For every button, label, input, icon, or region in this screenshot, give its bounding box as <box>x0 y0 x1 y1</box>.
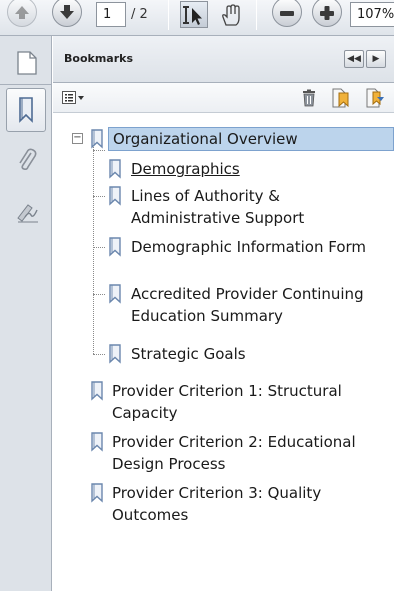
bookmark-icon <box>108 237 122 257</box>
tree-connector <box>93 150 105 151</box>
navigation-rail <box>0 36 52 591</box>
bookmark-item[interactable]: Provider Criterion 2: Educational Design… <box>112 431 356 475</box>
panel-header: Bookmarks ◀◀ ▶ <box>53 36 394 83</box>
panel-title: Bookmarks <box>64 52 133 65</box>
options-menu-button[interactable] <box>62 90 86 104</box>
zoom-in-button[interactable] <box>312 0 342 27</box>
page-number-input[interactable]: 1 <box>96 2 126 27</box>
bookmark-label-line: Design Process <box>112 455 226 473</box>
bookmark-label-line: Accredited Provider Continuing <box>131 285 364 303</box>
arrow-up-icon <box>15 6 29 19</box>
bookmark-icon <box>90 381 104 401</box>
bookmark-item[interactable]: Provider Criterion 1: Structural Capacit… <box>112 380 342 424</box>
expand-bookmark-icon <box>366 88 384 108</box>
bookmark-label-line: Provider Criterion 3: Quality <box>112 484 322 502</box>
bookmark-icon <box>108 186 122 206</box>
signatures-panel-button[interactable] <box>9 196 43 230</box>
bookmark-label-line: Provider Criterion 2: Educational <box>112 433 356 451</box>
new-bookmark-icon <box>332 88 349 108</box>
toolbar-divider <box>256 0 257 30</box>
plus-icon <box>320 6 334 20</box>
signature-icon <box>17 204 38 223</box>
bookmark-label-line: Capacity <box>112 404 178 422</box>
tree-connector <box>93 247 105 248</box>
attachments-panel-button[interactable] <box>9 142 43 176</box>
minus-icon <box>280 11 294 16</box>
zoom-level-input[interactable]: 107% <box>350 2 394 27</box>
bookmark-item[interactable]: Accredited Provider Continuing Education… <box>131 283 364 327</box>
bookmark-icon <box>108 159 122 179</box>
expand-current-bookmark-button[interactable] <box>365 88 385 108</box>
bookmark-item[interactable]: Provider Criterion 3: Quality Outcomes <box>112 482 321 526</box>
hand-icon <box>222 4 240 26</box>
bookmark-icon <box>90 129 104 149</box>
bookmark-label-line: Lines of Authority & <box>131 187 280 205</box>
bookmark-label-line: Administrative Support <box>131 209 305 227</box>
bookmark-item[interactable]: Strategic Goals <box>131 343 246 365</box>
tree-connector <box>93 196 105 197</box>
select-cursor-icon <box>183 6 202 25</box>
delete-bookmark-button[interactable] <box>300 89 318 107</box>
tree-connector <box>93 294 105 295</box>
bookmark-icon <box>19 97 33 123</box>
options-icon <box>62 91 84 104</box>
trash-icon <box>303 89 315 107</box>
select-tool-button[interactable] <box>180 1 208 28</box>
bookmark-label-line: Education Summary <box>131 307 283 325</box>
bookmark-item[interactable]: Demographic Information Form <box>131 236 366 258</box>
pages-panel-button[interactable] <box>9 46 43 80</box>
bookmark-item[interactable]: Lines of Authority & Administrative Supp… <box>131 185 304 229</box>
toolbar-divider <box>168 0 169 30</box>
bookmark-toolbar <box>53 83 394 113</box>
bookmark-label-line: Provider Criterion 1: Structural <box>112 382 342 400</box>
bookmark-icon <box>90 432 104 452</box>
bookmarks-panel-button[interactable] <box>6 88 46 132</box>
pages-icon <box>17 51 37 75</box>
bookmark-item[interactable]: Demographics <box>131 158 240 180</box>
bookmark-icon <box>90 483 104 503</box>
zoom-out-button[interactable] <box>272 0 302 27</box>
next-page-button[interactable] <box>52 0 82 27</box>
arrow-down-icon <box>60 5 74 19</box>
tree-connector <box>93 354 105 355</box>
toolbar: 1 / 2 107% <box>0 0 394 36</box>
hand-tool-button[interactable] <box>216 1 244 28</box>
tree-connector <box>93 144 94 354</box>
new-bookmark-button[interactable] <box>331 88 351 108</box>
bookmark-tree: − Organizational Overview Demographics L… <box>53 114 394 591</box>
bookmark-item-selected[interactable]: Organizational Overview <box>108 127 394 151</box>
bookmark-label-line: Outcomes <box>112 506 189 524</box>
paperclip-icon <box>19 148 37 171</box>
bookmark-label: Organizational Overview <box>113 130 298 148</box>
bookmark-icon <box>108 344 122 364</box>
bookmark-icon <box>108 284 122 304</box>
page-total: / 2 <box>131 7 148 22</box>
expand-panel-button[interactable]: ▶ <box>366 50 386 68</box>
rail-divider <box>0 84 52 85</box>
collapse-panel-button[interactable]: ◀◀ <box>344 50 364 68</box>
previous-page-button[interactable] <box>7 0 37 27</box>
collapse-toggle[interactable]: − <box>72 133 83 144</box>
bookmarks-panel: Bookmarks ◀◀ ▶ − Organizational Overview… <box>53 36 394 591</box>
